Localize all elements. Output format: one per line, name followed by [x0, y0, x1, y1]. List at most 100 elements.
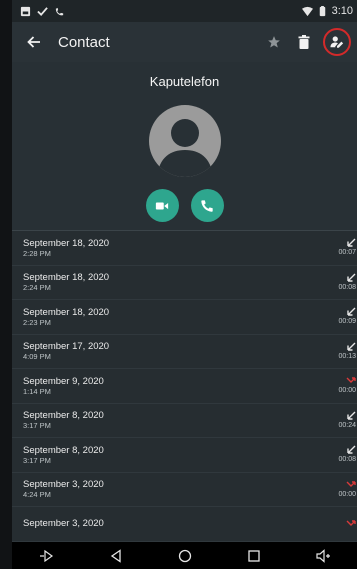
call-time: 4:09 PM [23, 352, 51, 362]
trash-icon [298, 35, 310, 49]
battery-icon [319, 5, 325, 16]
call-date: September 8, 2020 [23, 410, 104, 422]
nav-home-circle-icon [178, 549, 191, 562]
call-date: September 3, 2020 [23, 518, 104, 530]
delete-button[interactable] [291, 29, 317, 55]
call-duration: 00:08 [338, 283, 356, 291]
call-time: 3:17 PM [23, 455, 51, 465]
call-history-info: September 3, 2020 4:24 PM [23, 479, 104, 499]
video-call-icon [155, 202, 169, 209]
status-icons-right: 3:10 [301, 5, 353, 17]
incoming-call-icon [347, 342, 356, 351]
back-button[interactable] [22, 30, 46, 54]
incoming-call-icon [347, 273, 356, 282]
call-history-info: September 18, 2020 2:28 PM [23, 238, 109, 258]
call-history-meta: 00:07 [328, 238, 356, 257]
nav-back-button[interactable] [104, 544, 128, 568]
call-time: 2:28 PM [23, 248, 51, 258]
call-history-row[interactable]: September 18, 2020 2:28 PM 00:07 [12, 231, 357, 266]
call-date: September 17, 2020 [23, 341, 110, 353]
call-history-meta: 00:08 [328, 445, 356, 464]
call-history-row[interactable]: September 18, 2020 2:24 PM 00:08 [12, 266, 357, 300]
navigation-bar [12, 542, 357, 569]
call-duration: 00:09 [338, 318, 356, 326]
call-history-row[interactable]: September 8, 2020 3:17 PM 00:24 [12, 404, 357, 438]
nav-back-triangle-icon [110, 548, 121, 563]
wifi-icon [301, 6, 313, 16]
call-history-meta: 00:13 [328, 342, 356, 361]
nav-hide-button[interactable] [35, 544, 59, 568]
call-history-meta: 00:24 [328, 411, 356, 430]
arrow-back-icon [27, 36, 40, 48]
nav-home-button[interactable] [173, 544, 197, 568]
call-history-row[interactable]: September 8, 2020 3:17 PM 00:08 [12, 438, 357, 473]
call-history-row[interactable]: September 3, 2020 [12, 507, 357, 542]
call-duration: 00:00 [338, 490, 356, 498]
contact-header: Kaputelefon [12, 62, 357, 222]
call-history-row[interactable]: September 18, 2020 2:23 PM 00:09 [12, 300, 357, 335]
call-duration: 00:00 [338, 387, 356, 395]
nav-arrow-icon [39, 549, 53, 562]
nav-volume-icon [315, 548, 330, 563]
call-date: September 8, 2020 [23, 444, 104, 456]
checkmark-icon [37, 6, 48, 16]
notification-icon [20, 6, 31, 16]
call-history-row[interactable]: September 9, 2020 1:14 PM 00:00 [12, 369, 357, 404]
missed-call-status-icon [55, 7, 64, 15]
status-time: 3:10 [331, 5, 353, 17]
call-date: September 18, 2020 [23, 237, 110, 249]
call-history-info: September 8, 2020 3:17 PM [23, 445, 104, 465]
status-bar: 3:10 [12, 0, 357, 22]
missed-call-icon [346, 520, 356, 526]
status-icons-left [20, 6, 65, 17]
call-history-info: September 9, 2020 1:14 PM [23, 376, 104, 396]
avatar [148, 105, 221, 177]
missed-call-icon [346, 481, 356, 487]
call-duration: 00:07 [338, 249, 356, 257]
call-history-meta: 00:00 [328, 376, 356, 395]
star-icon [268, 36, 280, 48]
call-duration: 00:24 [338, 421, 356, 429]
person-silhouette-icon [156, 119, 213, 177]
call-history-info: September 3, 2020 [23, 518, 104, 529]
edit-contact-button[interactable] [323, 28, 351, 56]
call-duration: 00:13 [338, 352, 356, 360]
call-duration: 00:08 [338, 456, 356, 464]
call-date: September 3, 2020 [23, 479, 104, 491]
call-time: 2:23 PM [23, 317, 51, 327]
incoming-call-icon [347, 445, 356, 454]
missed-call-icon [346, 377, 356, 384]
voice-call-button[interactable] [190, 189, 224, 222]
call-history-meta: 00:09 [328, 307, 356, 326]
call-time: 3:17 PM [23, 421, 51, 431]
call-history-list: September 18, 2020 2:28 PM 00:07 September … [12, 231, 357, 542]
app-bar: Contact [12, 22, 357, 62]
nav-recents-square-icon [247, 549, 260, 562]
contact-name: Kaputelefon [149, 74, 220, 89]
call-history-meta [328, 519, 356, 529]
nav-volume-button[interactable] [311, 544, 335, 568]
call-history-meta: 00:00 [328, 480, 356, 499]
app-title: Contact [58, 33, 110, 51]
avatar-container [12, 105, 357, 177]
call-history-row[interactable]: September 3, 2020 4:24 PM 00:00 [12, 473, 357, 507]
call-history-info: September 18, 2020 2:24 PM [23, 272, 109, 292]
call-history-row[interactable]: September 17, 2020 4:09 PM 00:13 [12, 335, 357, 369]
call-history-meta: 00:08 [328, 273, 356, 292]
incoming-call-icon [347, 411, 356, 420]
phone-icon [201, 199, 213, 212]
call-time: 1:14 PM [23, 386, 51, 396]
call-time: 4:24 PM [23, 490, 51, 500]
edit-contact-icon [330, 36, 344, 48]
favorite-button[interactable] [261, 29, 287, 55]
call-date: September 18, 2020 [23, 306, 110, 318]
call-actions [12, 189, 357, 222]
nav-recents-button[interactable] [242, 544, 266, 568]
contact-screen: 3:10 Contact Kaputelefon September 18, 2… [12, 0, 357, 569]
incoming-call-icon [347, 307, 356, 316]
call-time: 2:24 PM [23, 283, 51, 293]
incoming-call-icon [347, 238, 356, 247]
call-history-info: September 8, 2020 3:17 PM [23, 410, 104, 430]
video-call-button[interactable] [145, 189, 179, 222]
call-history-info: September 18, 2020 2:23 PM [23, 307, 109, 327]
